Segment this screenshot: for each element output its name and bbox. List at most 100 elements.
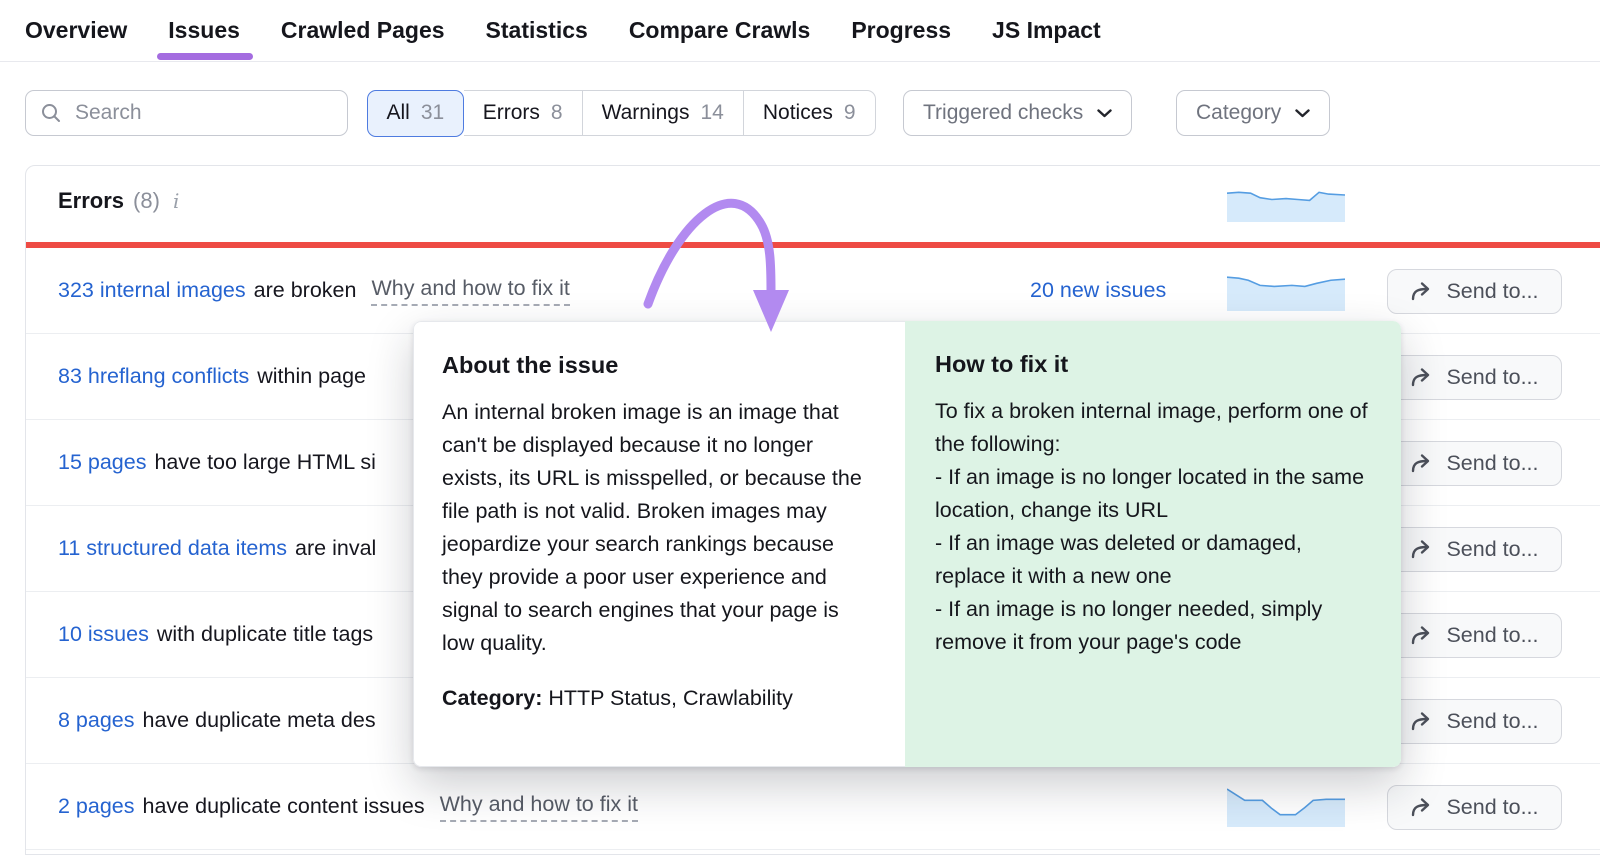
- tab-js-impact-label: JS Impact: [992, 17, 1101, 43]
- issue-row-duplicate-content: 2 pages have duplicate content issues Wh…: [26, 764, 1600, 850]
- tab-statistics[interactable]: Statistics: [486, 17, 588, 44]
- issue-count-link[interactable]: 10 issues: [58, 622, 149, 647]
- send-arrow-icon: [1410, 711, 1434, 733]
- about-the-issue-text: An internal broken image is an image tha…: [442, 396, 877, 660]
- issue-category-line: Category: HTTP Status, Crawlability: [442, 686, 877, 711]
- triggered-checks-label: Triggered checks: [923, 101, 1083, 125]
- filter-errors-label: Errors: [483, 101, 540, 125]
- tab-progress-label: Progress: [851, 17, 951, 43]
- filter-notices-button[interactable]: Notices 9: [744, 90, 876, 136]
- send-to-label: Send to...: [1446, 451, 1538, 476]
- tab-compare-crawls-label: Compare Crawls: [629, 17, 811, 43]
- filter-notices-label: Notices: [763, 101, 833, 125]
- issue-count-link[interactable]: 2 pages: [58, 794, 135, 819]
- why-how-to-fix-link[interactable]: Why and how to fix it: [371, 276, 569, 306]
- issue-description: have too large HTML si: [154, 450, 375, 475]
- tab-js-impact[interactable]: JS Impact: [992, 17, 1101, 44]
- issue-count-link[interactable]: 11 structured data items: [58, 536, 287, 561]
- tab-statistics-label: Statistics: [486, 17, 588, 43]
- active-tab-underline: [157, 53, 253, 60]
- how-to-fix-title: How to fix it: [935, 351, 1371, 378]
- send-to-button[interactable]: Send to...: [1387, 527, 1562, 572]
- why-how-to-fix-link[interactable]: Why and how to fix it: [440, 792, 638, 822]
- filter-warnings-button[interactable]: Warnings 14: [583, 90, 744, 136]
- issue-text: 8 pages have duplicate meta des: [58, 678, 376, 763]
- how-to-fix-text: To fix a broken internal image, perform …: [935, 395, 1371, 659]
- issue-description: are broken: [254, 278, 357, 303]
- send-arrow-icon: [1410, 453, 1434, 475]
- issue-trend-sparkline: [1227, 270, 1345, 311]
- send-to-button[interactable]: Send to...: [1387, 269, 1562, 314]
- issue-description: have duplicate content issues: [143, 794, 425, 819]
- search-icon: [40, 102, 62, 124]
- site-audit-issues-page: Overview Issues Crawled Pages Statistics…: [0, 0, 1600, 866]
- category-dropdown[interactable]: Category: [1176, 90, 1330, 136]
- send-to-button[interactable]: Send to...: [1387, 613, 1562, 658]
- search-box: [25, 90, 348, 136]
- about-the-issue-panel: About the issue An internal broken image…: [413, 321, 905, 767]
- send-arrow-icon: [1410, 625, 1434, 647]
- issue-description: within page: [257, 364, 366, 389]
- how-to-fix-panel: How to fix it To fix a broken internal i…: [905, 321, 1401, 767]
- issue-text: 11 structured data items are inval: [58, 506, 376, 591]
- chevron-down-icon: [1097, 109, 1112, 118]
- severity-filter-group: All 31 Errors 8 Warnings 14 Notices 9: [367, 90, 876, 136]
- filter-all-count: 31: [421, 101, 444, 125]
- issue-text: 2 pages have duplicate content issues Wh…: [58, 764, 638, 849]
- issue-count-link[interactable]: 83 hreflang conflicts: [58, 364, 249, 389]
- tab-crawled-pages[interactable]: Crawled Pages: [281, 17, 445, 44]
- tab-progress[interactable]: Progress: [851, 17, 951, 44]
- issue-description: have duplicate meta des: [143, 708, 376, 733]
- filter-all-button[interactable]: All 31: [367, 90, 465, 137]
- filter-errors-button[interactable]: Errors 8: [464, 90, 583, 136]
- tab-overview[interactable]: Overview: [25, 17, 127, 44]
- filter-warnings-label: Warnings: [602, 101, 690, 125]
- issue-text: 83 hreflang conflicts within page: [58, 334, 366, 419]
- tab-issues-label: Issues: [168, 17, 240, 43]
- issue-count-link[interactable]: 323 internal images: [58, 278, 246, 303]
- filter-errors-count: 8: [551, 101, 563, 125]
- triggered-checks-dropdown[interactable]: Triggered checks: [903, 90, 1132, 136]
- send-arrow-icon: [1410, 367, 1434, 389]
- send-to-button[interactable]: Send to...: [1387, 441, 1562, 486]
- category-label: Category:: [442, 686, 542, 710]
- filter-notices-count: 9: [844, 101, 856, 125]
- tab-overview-label: Overview: [25, 17, 127, 43]
- chevron-down-icon: [1295, 109, 1310, 118]
- filter-all-label: All: [387, 101, 410, 125]
- issue-count-link[interactable]: 8 pages: [58, 708, 135, 733]
- errors-panel-header: Errors (8) i: [26, 166, 1600, 242]
- errors-count: (8): [133, 188, 160, 214]
- send-to-label: Send to...: [1446, 365, 1538, 390]
- issue-count-link[interactable]: 15 pages: [58, 450, 146, 475]
- issue-description: with duplicate title tags: [157, 622, 373, 647]
- send-to-label: Send to...: [1446, 623, 1538, 648]
- tab-compare-crawls[interactable]: Compare Crawls: [629, 17, 811, 44]
- send-arrow-icon: [1410, 281, 1434, 303]
- top-tab-bar: Overview Issues Crawled Pages Statistics…: [25, 0, 1101, 60]
- issue-info-tooltip: About the issue An internal broken image…: [413, 321, 1401, 767]
- errors-title-text: Errors: [58, 188, 124, 214]
- filter-warnings-count: 14: [700, 101, 723, 125]
- tab-issues[interactable]: Issues: [168, 17, 240, 44]
- issue-trend-sparkline: [1227, 786, 1345, 827]
- errors-trend-sparkline: [1227, 186, 1345, 222]
- search-input[interactable]: [75, 101, 333, 125]
- category-dropdown-label: Category: [1196, 101, 1281, 125]
- send-to-button[interactable]: Send to...: [1387, 355, 1562, 400]
- send-to-button[interactable]: Send to...: [1387, 785, 1562, 830]
- filter-row: All 31 Errors 8 Warnings 14 Notices 9 Tr…: [0, 90, 1600, 136]
- send-to-label: Send to...: [1446, 795, 1538, 820]
- send-arrow-icon: [1410, 539, 1434, 561]
- issue-text: 15 pages have too large HTML si: [58, 420, 376, 505]
- send-to-label: Send to...: [1446, 537, 1538, 562]
- send-to-label: Send to...: [1446, 709, 1538, 734]
- send-to-label: Send to...: [1446, 279, 1538, 304]
- errors-panel-title: Errors (8) i: [58, 188, 179, 214]
- issue-description: are inval: [295, 536, 376, 561]
- tab-crawled-pages-label: Crawled Pages: [281, 17, 445, 43]
- about-the-issue-title: About the issue: [442, 352, 877, 379]
- category-value: HTTP Status, Crawlability: [542, 686, 793, 710]
- send-to-button[interactable]: Send to...: [1387, 699, 1562, 744]
- info-icon[interactable]: i: [173, 189, 179, 213]
